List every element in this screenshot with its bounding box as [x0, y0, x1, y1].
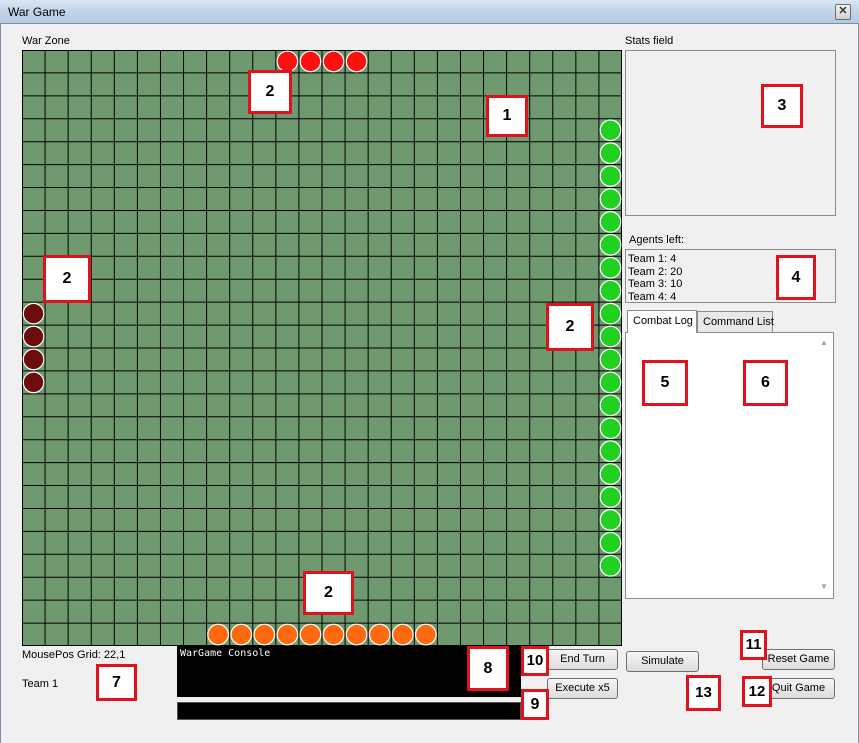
agent-orange[interactable] — [276, 623, 299, 646]
agent-green[interactable] — [599, 142, 622, 165]
agent-green[interactable] — [599, 440, 622, 463]
marker-7: 7 — [96, 664, 137, 701]
close-button[interactable]: ✕ — [835, 4, 851, 20]
agent-green[interactable] — [599, 371, 622, 394]
combat-log-scrollbar[interactable]: ▲ ▼ — [817, 337, 831, 593]
agent-maroon[interactable] — [22, 348, 45, 371]
grid-canvas[interactable] — [22, 50, 622, 646]
agent-maroon[interactable] — [22, 302, 45, 325]
simulate-button[interactable]: Simulate — [626, 651, 699, 672]
stats-field-label: Stats field — [625, 35, 674, 47]
stats-field — [625, 50, 836, 216]
agents-left-label: Agents left: — [629, 234, 685, 246]
team-label: Team 1 — [22, 678, 59, 690]
agent-green[interactable] — [599, 531, 622, 554]
title-bar: War Game ✕ — [0, 0, 859, 24]
marker-2-left: 2 — [43, 255, 91, 303]
agent-green[interactable] — [599, 256, 622, 279]
agent-maroon[interactable] — [22, 371, 45, 394]
marker-4: 4 — [776, 255, 816, 300]
agent-orange[interactable] — [345, 623, 368, 646]
agent-orange[interactable] — [207, 623, 230, 646]
marker-6: 6 — [743, 360, 788, 406]
agent-green[interactable] — [599, 463, 622, 485]
agent-green[interactable] — [599, 325, 622, 348]
execute-x5-button[interactable]: Execute x5 — [547, 678, 618, 699]
agent-green[interactable] — [599, 348, 622, 371]
agent-red[interactable] — [299, 50, 322, 73]
marker-8: 8 — [467, 646, 509, 691]
agent-green[interactable] — [599, 509, 622, 531]
window-title: War Game — [8, 5, 66, 19]
mouse-pos-label: MousePos Grid: 22,1 — [22, 649, 126, 661]
agent-green[interactable] — [599, 417, 622, 440]
war-zone-grid[interactable] — [22, 50, 622, 646]
agent-green[interactable] — [599, 554, 622, 577]
agent-red[interactable] — [276, 50, 299, 73]
agent-orange[interactable] — [299, 623, 322, 646]
agent-red[interactable] — [345, 50, 368, 73]
agent-red[interactable] — [322, 50, 345, 73]
agent-green[interactable] — [599, 233, 622, 256]
agent-orange[interactable] — [253, 623, 276, 646]
agent-orange[interactable] — [414, 623, 437, 646]
marker-5: 5 — [642, 360, 688, 406]
marker-3: 3 — [761, 84, 803, 128]
tab-combat-log[interactable]: Combat Log — [627, 310, 697, 333]
agent-green[interactable] — [599, 279, 622, 302]
console-input[interactable] — [177, 702, 521, 720]
marker-13: 13 — [686, 675, 721, 711]
marker-1: 1 — [486, 95, 528, 137]
agent-green[interactable] — [599, 165, 622, 187]
agent-green[interactable] — [599, 394, 622, 417]
war-zone-label: War Zone — [22, 35, 70, 47]
marker-2-top: 2 — [248, 70, 292, 114]
agent-green[interactable] — [599, 486, 622, 508]
reset-game-button[interactable]: Reset Game — [762, 649, 835, 670]
marker-11: 11 — [740, 630, 767, 660]
marker-12: 12 — [742, 676, 772, 707]
agent-green[interactable] — [599, 211, 622, 233]
marker-2-bottom: 2 — [303, 571, 354, 615]
marker-9: 9 — [521, 689, 549, 720]
agent-orange[interactable] — [368, 623, 391, 646]
marker-10: 10 — [521, 646, 549, 676]
end-turn-button[interactable]: End Turn — [547, 649, 618, 670]
marker-2-right: 2 — [546, 303, 594, 351]
scroll-down-icon[interactable]: ▼ — [817, 581, 831, 593]
agent-maroon[interactable] — [22, 325, 45, 348]
agent-orange[interactable] — [230, 623, 253, 646]
agent-orange[interactable] — [322, 623, 345, 646]
agent-green[interactable] — [599, 302, 622, 325]
agent-orange[interactable] — [391, 623, 414, 646]
agent-green[interactable] — [599, 188, 622, 210]
agent-green[interactable] — [599, 119, 622, 142]
quit-game-button[interactable]: Quit Game — [762, 678, 835, 699]
tab-command-list[interactable]: Command List — [697, 311, 774, 333]
scroll-up-icon[interactable]: ▲ — [817, 337, 831, 349]
